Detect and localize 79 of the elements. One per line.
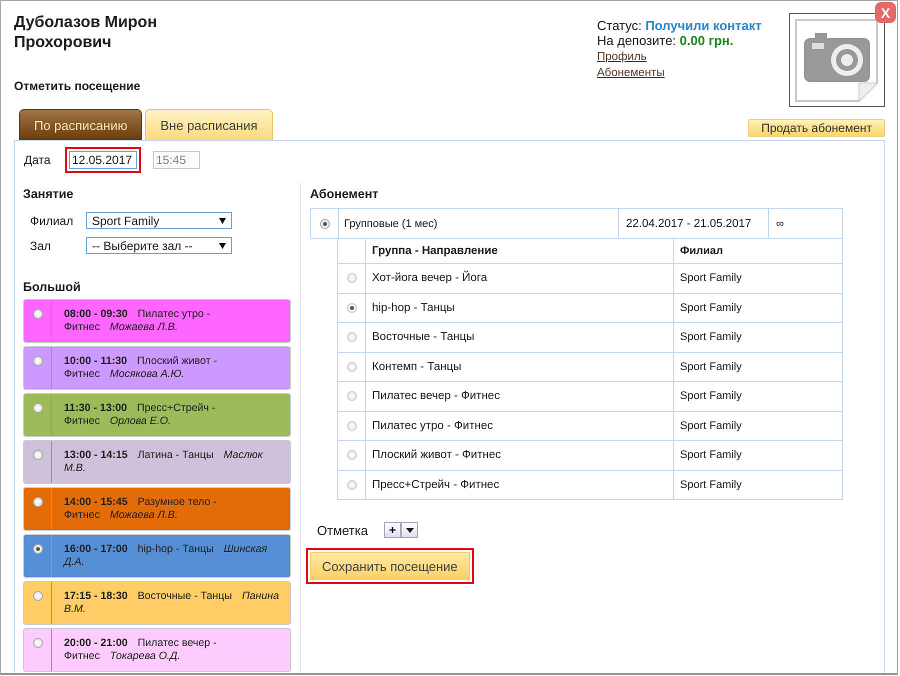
- dropdown-arrow-icon: [219, 242, 226, 248]
- table-cell: Sport Family: [674, 382, 843, 412]
- session-card[interactable]: 17:15 - 18:30 Восточные - Танцы Панина В.М.: [23, 581, 291, 625]
- radio-button[interactable]: [346, 332, 356, 342]
- date-field[interactable]: 12.05.2017: [69, 151, 137, 169]
- profile-link[interactable]: Профиль: [597, 51, 647, 63]
- radio-button[interactable]: [32, 309, 42, 319]
- tab[interactable]: Вне расписания: [145, 109, 273, 140]
- table-cell: Sport Family: [674, 323, 843, 352]
- session-card[interactable]: 08:00 - 09:30 Пилатес утро - Фитнес Можаева Л.В.: [23, 299, 291, 343]
- radio-button[interactable]: [32, 497, 42, 507]
- column-header: Филиал: [674, 239, 843, 264]
- section-title: Отметить посещение: [14, 79, 142, 93]
- radio-button[interactable]: [346, 480, 356, 490]
- table-cell: Контемп - Танцы: [366, 352, 674, 382]
- table-cell: 22.04.2017 - 21.05.2017: [619, 209, 769, 239]
- radio-button[interactable]: [32, 450, 42, 460]
- session-card[interactable]: 10:00 - 11:30 Плоский живот - Фитнес Мосякова А.Ю.: [23, 346, 291, 390]
- mark-label: Отметка: [317, 522, 369, 538]
- radio-button[interactable]: [32, 356, 42, 366]
- session-text: 13:00 - 14:15 Латина - Танцы Маслюк М.В.: [64, 449, 264, 475]
- subscription-heading: Абонемент: [310, 187, 380, 201]
- table-cell: Sport Family: [674, 352, 843, 382]
- dropdown-button[interactable]: [401, 522, 418, 538]
- field-label: Зал: [30, 238, 52, 252]
- hall-heading: Большой: [23, 280, 82, 294]
- session-card[interactable]: 11:30 - 13:00 Пресс+Стрейч - Фитнес Орлова Е.О.: [23, 393, 291, 437]
- session-text: 08:00 - 09:30 Пилатес утро - Фитнес Можаева Л.В.: [64, 308, 212, 334]
- date-label: Дата: [24, 153, 52, 167]
- table-cell: Пилатес вечер - Фитнес: [366, 382, 674, 412]
- table-cell: Групповые (1 мес): [339, 209, 619, 239]
- radio-button[interactable]: [32, 403, 42, 413]
- table-cell: Хот-йога вечер - Йога: [366, 264, 674, 294]
- dropdown[interactable]: Sport Family: [86, 212, 232, 229]
- radio-button[interactable]: [320, 218, 330, 228]
- status-text: Статус: Получили контакт: [597, 18, 763, 33]
- table-cell: Sport Family: [674, 294, 843, 323]
- caret-icon: [406, 528, 414, 532]
- session-card[interactable]: 13:00 - 14:15 Латина - Танцы Маслюк М.В.: [23, 440, 291, 484]
- dropdown-arrow-icon: [219, 218, 226, 224]
- radio-button[interactable]: [346, 302, 356, 313]
- table-cell: Sport Family: [674, 441, 843, 470]
- session-card[interactable]: 20:00 - 21:00 Пилатес вечер - Фитнес Токарева О.Д.: [23, 628, 291, 672]
- table-cell: Плоский живот - Фитнес: [366, 441, 674, 470]
- table-cell: Пилатес утро - Фитнес: [366, 412, 674, 441]
- table-cell: Sport Family: [674, 264, 843, 294]
- radio-button[interactable]: [346, 420, 356, 431]
- dropdown[interactable]: -- Выберите зал --: [86, 237, 232, 254]
- session-text: 16:00 - 17:00 hip-hop - Танцы Шинская Д.А.: [64, 543, 268, 569]
- radio-button[interactable]: [32, 591, 42, 601]
- table-cell: hip-hop - Танцы: [366, 294, 674, 323]
- client-name: Дуболазов Мирон Прохорович: [14, 13, 158, 53]
- session-text: 10:00 - 11:30 Плоский живот - Фитнес Мосякова А.Ю.: [64, 355, 218, 381]
- radio-button[interactable]: [346, 273, 356, 284]
- column-header: Группа - Направление: [366, 239, 674, 264]
- tab[interactable]: По расписанию: [19, 109, 142, 140]
- table-cell: Sport Family: [674, 412, 843, 441]
- table-cell: ∞: [769, 209, 843, 239]
- radio-button[interactable]: [346, 391, 356, 402]
- session-text: 17:15 - 18:30 Восточные - Танцы Панина В.М.: [64, 590, 280, 616]
- add-button[interactable]: +: [384, 522, 401, 538]
- radio-button[interactable]: [346, 450, 356, 460]
- table-cell: Пресс+Стрейч - Фитнес: [366, 470, 674, 500]
- session-text: 20:00 - 21:00 Пилатес вечер - Фитнес Токарева О.Д.: [64, 637, 218, 663]
- lesson-heading: Занятие: [23, 187, 74, 201]
- save-button[interactable]: Сохранить посещение: [310, 552, 470, 580]
- table-cell: Sport Family: [674, 470, 843, 500]
- table-cell: Восточные - Танцы: [366, 323, 674, 352]
- deposit-text: На депозите: 0.00 грн.: [597, 33, 734, 48]
- radio-button[interactable]: [32, 638, 42, 648]
- session-text: 14:00 - 15:45 Разумное тело - Фитнес Можаева Л.В.: [64, 496, 218, 522]
- radio-button[interactable]: [32, 544, 42, 554]
- field-label: Филиал: [30, 214, 74, 228]
- session-card[interactable]: 16:00 - 17:00 hip-hop - Танцы Шинская Д.А.: [23, 534, 291, 578]
- session-text: 11:30 - 13:00 Пресс+Стрейч - Фитнес Орлова Е.О.: [64, 402, 216, 428]
- radio-button[interactable]: [346, 362, 356, 372]
- sell-subscription-button[interactable]: Продать абонемент: [748, 119, 885, 137]
- session-card[interactable]: 14:00 - 15:45 Разумное тело - Фитнес Можаева Л.В.: [23, 487, 291, 531]
- profile-link[interactable]: Абонементы: [597, 67, 665, 79]
